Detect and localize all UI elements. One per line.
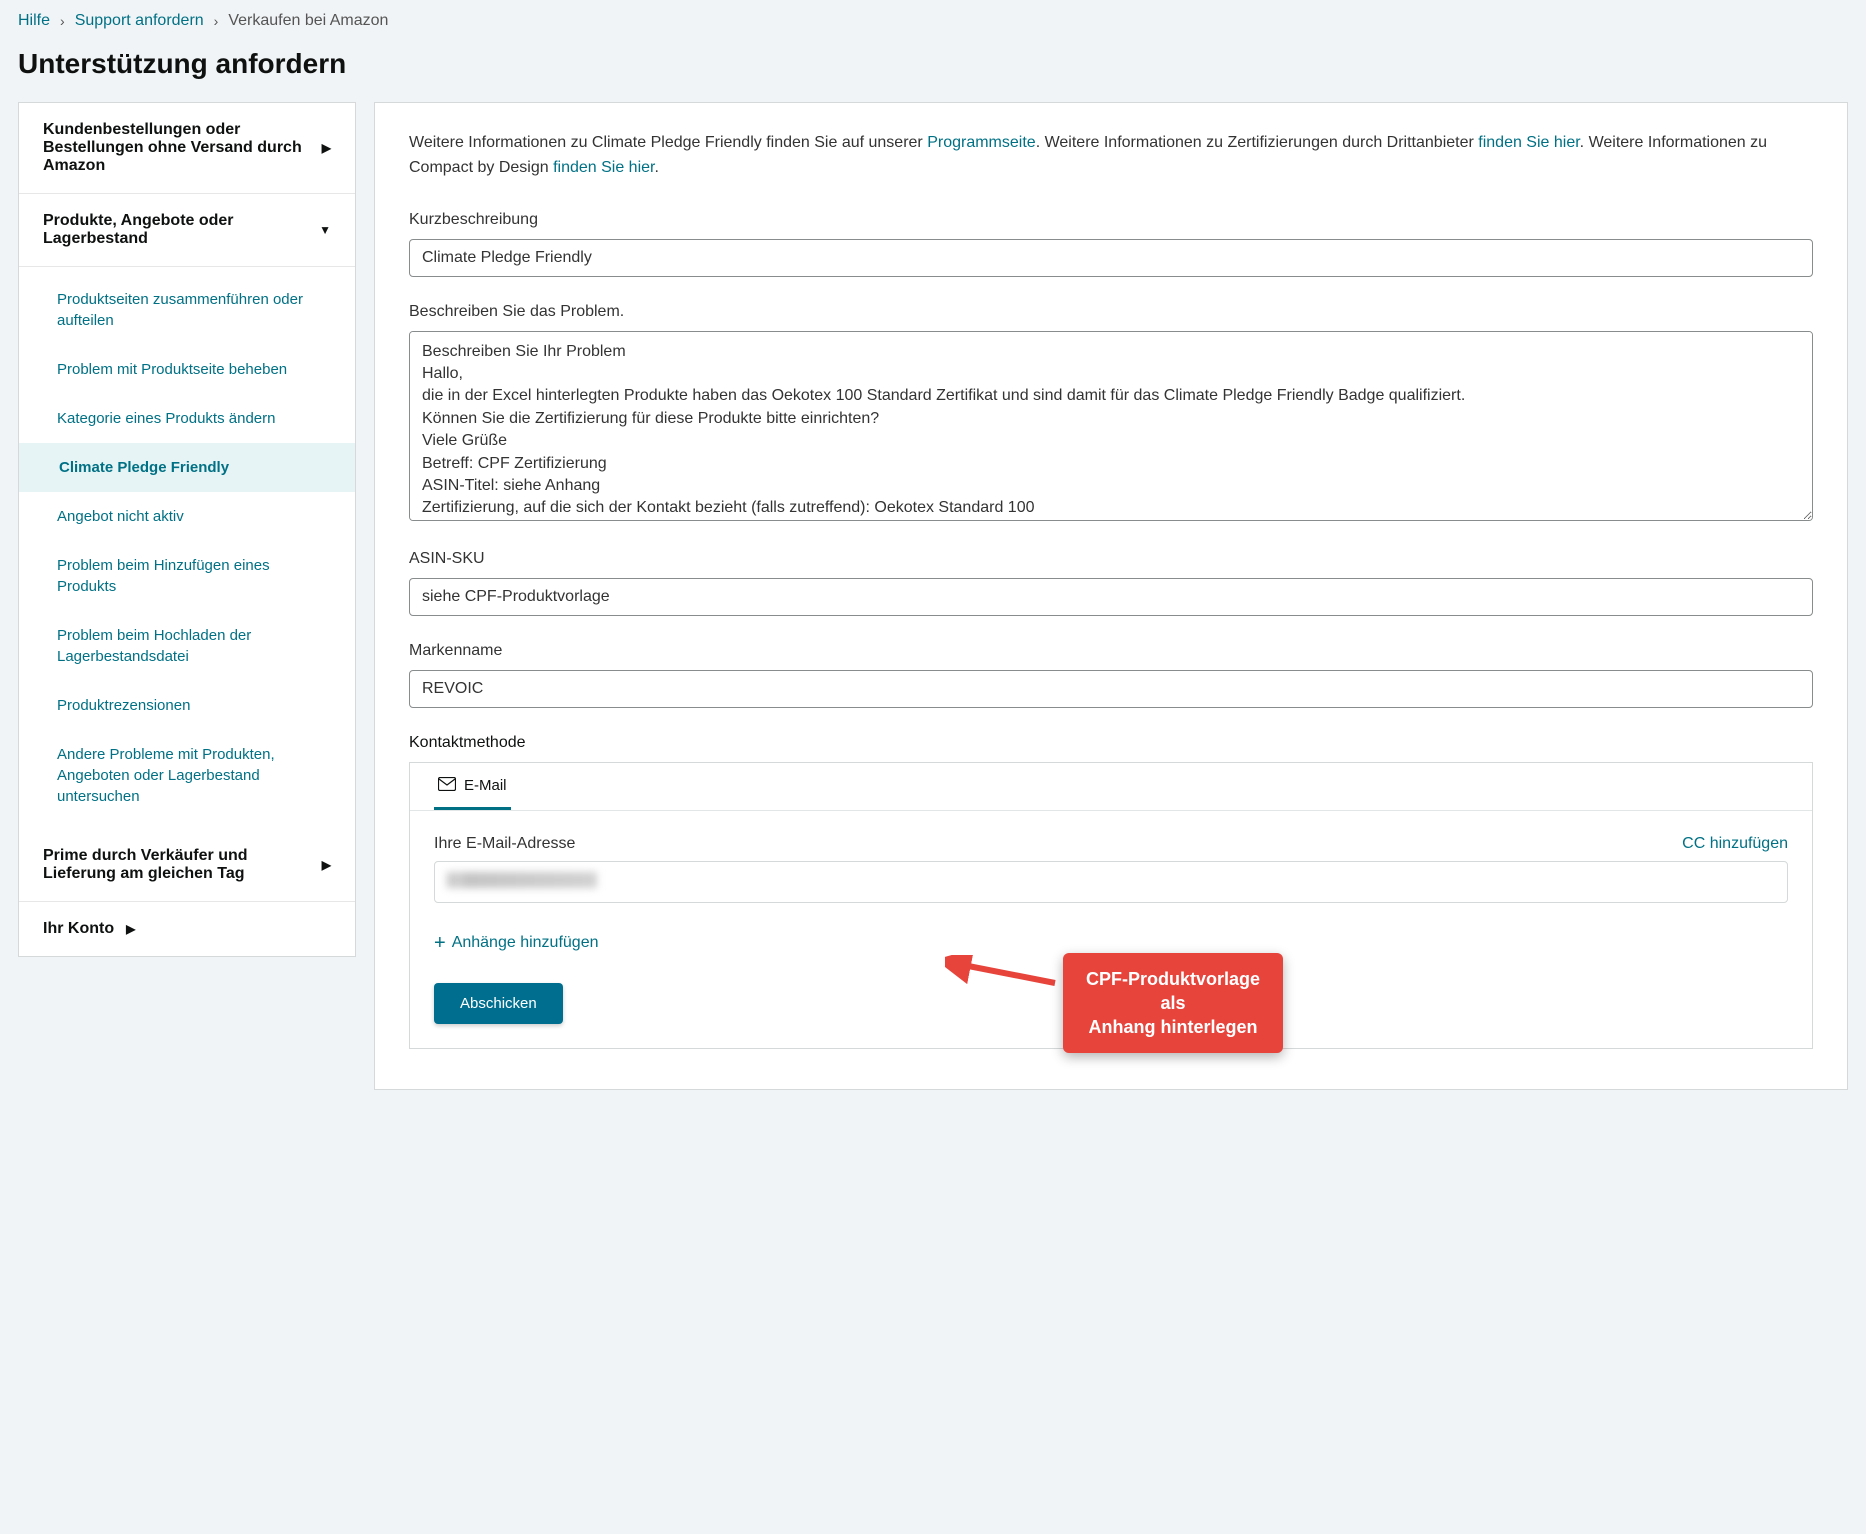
brand-name-label: Markenname (409, 642, 1813, 660)
sidebar-item-inventory-upload-problem[interactable]: Problem beim Hochladen der Lagerbestands… (19, 611, 355, 681)
contact-method-box: E-Mail Ihre E-Mail-Adresse CC hinzufügen… (409, 762, 1813, 1049)
link-programmseite[interactable]: Programmseite (927, 134, 1035, 151)
chevron-right-icon: › (214, 13, 219, 29)
add-attachments-button[interactable]: + Anhänge hinzufügen (434, 933, 598, 953)
callout-line1: CPF-Produktvorlage als (1086, 969, 1260, 1013)
sidebar-item-offer-inactive[interactable]: Angebot nicht aktiv (19, 492, 355, 541)
email-address-input[interactable] (434, 861, 1788, 903)
redacted-email (447, 872, 597, 888)
intro-text: Weitere Informationen zu Climate Pledge … (409, 131, 1813, 181)
sidebar-section-account[interactable]: Ihr Konto ▶ (19, 902, 355, 956)
triangle-right-icon: ▶ (126, 922, 135, 936)
link-compact-by-design[interactable]: finden Sie hier (553, 159, 654, 176)
main-panel: Weitere Informationen zu Climate Pledge … (374, 102, 1848, 1090)
sidebar: Kundenbestellungen oder Bestellungen ohn… (18, 102, 356, 957)
sidebar-item-merge-pages[interactable]: Produktseiten zusammenführen oder auftei… (19, 275, 355, 345)
sidebar-item-other-problems[interactable]: Andere Probleme mit Produkten, Angeboten… (19, 730, 355, 821)
asin-sku-input[interactable] (409, 578, 1813, 616)
chevron-right-icon: › (60, 13, 65, 29)
arrow-icon (945, 955, 1065, 1015)
sidebar-section-label: Ihr Konto (43, 920, 114, 938)
triangle-right-icon: ▶ (322, 141, 331, 155)
sidebar-section-products[interactable]: Produkte, Angebote oder Lagerbestand ▼ (19, 194, 355, 267)
sidebar-section-label: Prime durch Verkäufer und Lieferung am g… (43, 847, 322, 883)
add-cc-link[interactable]: CC hinzufügen (1682, 835, 1788, 853)
sidebar-item-change-category[interactable]: Kategorie eines Produkts ändern (19, 394, 355, 443)
sidebar-item-add-product-problem[interactable]: Problem beim Hinzufügen eines Produkts (19, 541, 355, 611)
sidebar-item-fix-product-page[interactable]: Problem mit Produktseite beheben (19, 345, 355, 394)
sidebar-section-label: Kundenbestellungen oder Bestellungen ohn… (43, 121, 322, 175)
sidebar-item-product-reviews[interactable]: Produktrezensionen (19, 681, 355, 730)
sidebar-item-climate-pledge[interactable]: Climate Pledge Friendly (19, 443, 355, 492)
breadcrumb-link-support[interactable]: Support anfordern (75, 12, 204, 30)
link-third-party-cert[interactable]: finden Sie hier (1478, 134, 1579, 151)
problem-description-textarea[interactable] (409, 331, 1813, 521)
triangle-right-icon: ▶ (322, 858, 331, 872)
sidebar-section-prime[interactable]: Prime durch Verkäufer und Lieferung am g… (19, 829, 355, 902)
breadcrumb: Hilfe › Support anfordern › Verkaufen be… (18, 12, 1848, 30)
contact-method-label: Kontaktmethode (409, 734, 1813, 752)
envelope-icon (438, 777, 456, 795)
callout-line2: Anhang hinterlegen (1088, 1017, 1257, 1037)
page-title: Unterstützung anfordern (18, 48, 1848, 80)
short-description-input[interactable] (409, 239, 1813, 277)
sidebar-section-label: Produkte, Angebote oder Lagerbestand (43, 212, 319, 248)
email-address-label: Ihre E-Mail-Adresse (434, 835, 575, 853)
short-description-label: Kurzbeschreibung (409, 211, 1813, 229)
breadcrumb-current: Verkaufen bei Amazon (228, 12, 388, 30)
asin-sku-label: ASIN-SKU (409, 550, 1813, 568)
tab-email[interactable]: E-Mail (434, 763, 511, 810)
triangle-down-icon: ▼ (319, 223, 331, 237)
submit-button[interactable]: Abschicken (434, 983, 563, 1024)
brand-name-input[interactable] (409, 670, 1813, 708)
sidebar-section-orders[interactable]: Kundenbestellungen oder Bestellungen ohn… (19, 103, 355, 194)
tab-email-label: E-Mail (464, 777, 507, 794)
add-attachments-label: Anhänge hinzufügen (452, 934, 599, 952)
breadcrumb-link-hilfe[interactable]: Hilfe (18, 12, 50, 30)
plus-icon: + (434, 933, 446, 953)
problem-description-label: Beschreiben Sie das Problem. (409, 303, 1813, 321)
